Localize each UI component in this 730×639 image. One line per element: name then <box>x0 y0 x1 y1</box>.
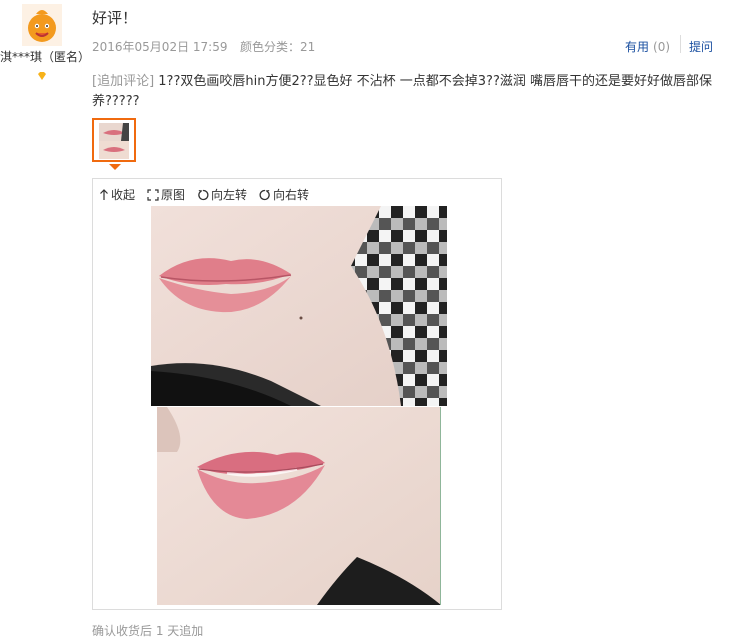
helpful-label: 有用 <box>625 40 650 54</box>
append-comment: [追加评论] 1??双色画咬唇hin方便2??显色好 不沾杯 一点都不会掉3??… <box>92 72 722 112</box>
vip-diamond-icon <box>37 69 47 80</box>
review-sku: 颜色分类：21 <box>240 40 316 54</box>
image-viewer: 收起 原图 向左转 向右转 <box>92 178 502 610</box>
rotate-left-icon <box>198 189 209 200</box>
rotate-left-label: 向左转 <box>211 188 248 202</box>
ask-button[interactable]: 提问 <box>689 38 713 55</box>
original-label: 原图 <box>161 188 186 202</box>
reviewer-name: 淇***琪（匿名） <box>0 50 91 64</box>
review-photo-top <box>151 206 447 406</box>
append-time-note: 确认收货后 1 天追加 <box>92 624 204 638</box>
review-date: 2016年05月02日 17:59 <box>92 40 228 54</box>
photo-thumbnail[interactable] <box>92 118 136 162</box>
review-photo-bottom <box>157 407 441 605</box>
avatar-mascot-icon <box>22 4 62 46</box>
expand-icon <box>147 188 159 201</box>
append-text: 1??双色画咬唇hin方便2??显色好 不沾杯 一点都不会掉3??滋润 嘴唇唇干… <box>92 74 712 109</box>
rotate-right-icon <box>259 189 270 200</box>
viewer-toolbar: 收起 原图 向左转 向右转 <box>99 186 309 203</box>
original-image-button[interactable]: 原图 <box>147 186 185 203</box>
thumbnail-active-arrow <box>109 164 121 170</box>
action-divider <box>680 35 681 53</box>
rotate-right-button[interactable]: 向右转 <box>259 186 309 203</box>
helpful-count: (0) <box>653 40 671 54</box>
arrow-up-icon <box>100 188 108 200</box>
rotate-right-label: 向右转 <box>273 188 310 202</box>
review-title: 好评！ <box>92 9 138 27</box>
thumbnail-image <box>99 123 129 159</box>
helpful-button[interactable]: 有用 (0) <box>625 38 670 55</box>
append-tag: [追加评论] <box>92 74 155 89</box>
collapse-button[interactable]: 收起 <box>99 186 135 203</box>
rotate-left-button[interactable]: 向左转 <box>197 186 247 203</box>
reviewer-avatar <box>22 4 62 46</box>
collapse-label: 收起 <box>111 188 136 202</box>
